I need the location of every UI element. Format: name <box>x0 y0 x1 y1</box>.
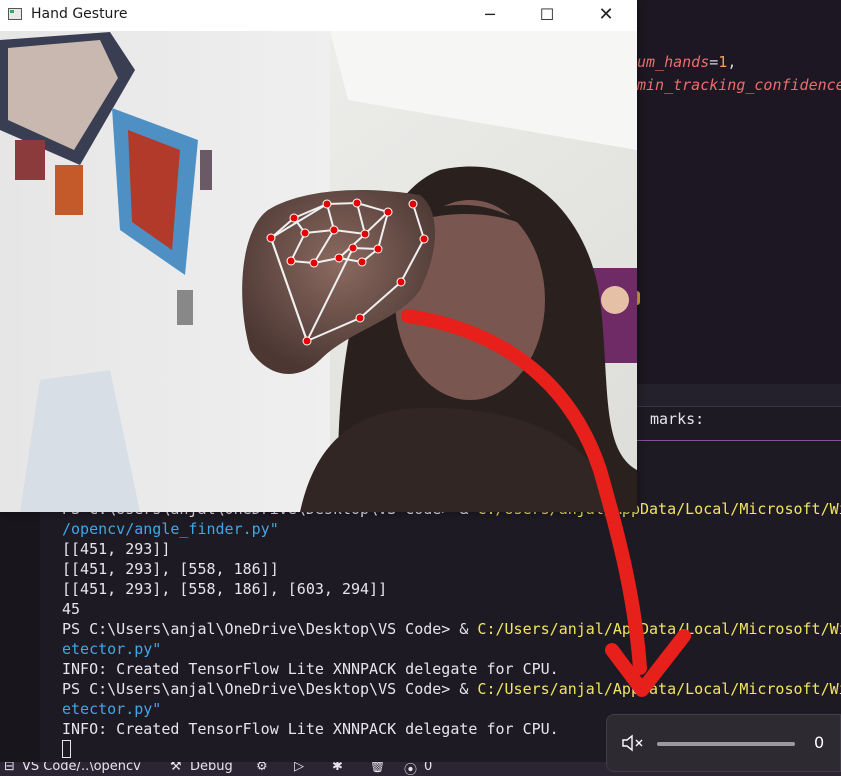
volume-value: 0 <box>814 733 825 752</box>
speaker-mute-icon[interactable] <box>621 733 645 753</box>
arrow-shaft <box>401 309 647 675</box>
arrow-head <box>605 629 691 697</box>
volume-slider[interactable] <box>657 742 795 746</box>
annotation-arrow <box>401 309 691 697</box>
volume-flyout[interactable]: 0 <box>606 714 841 772</box>
